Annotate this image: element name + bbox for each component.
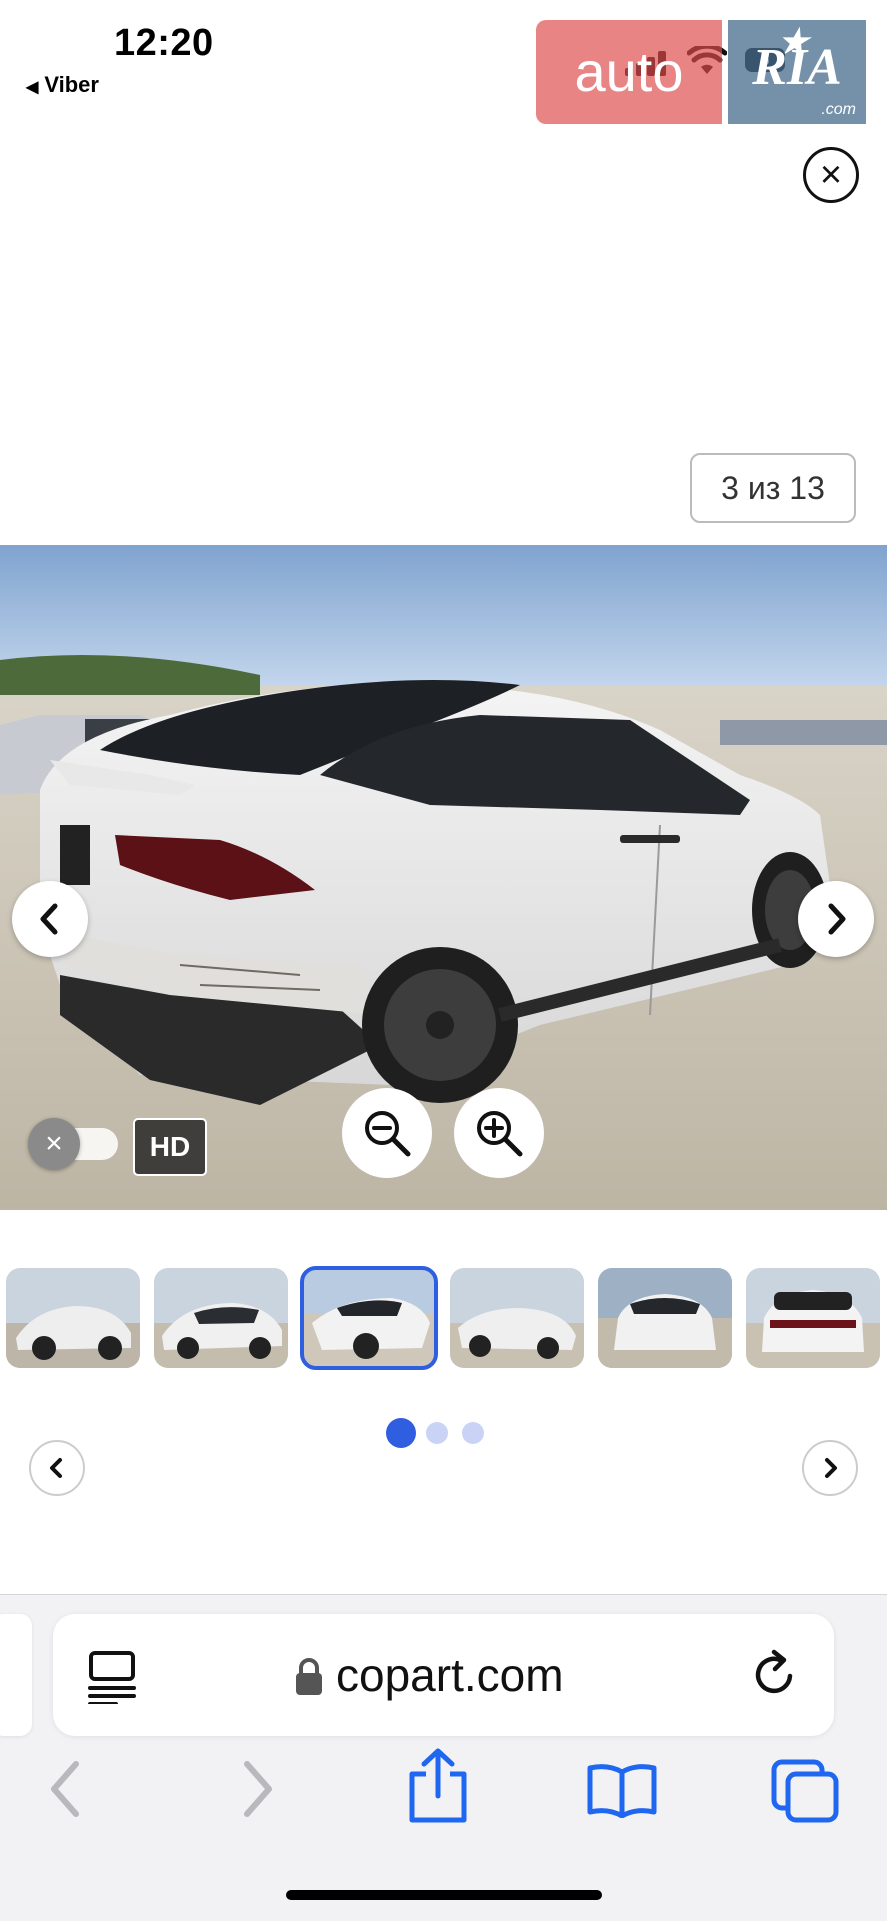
watermark-auto: auto bbox=[536, 20, 722, 124]
back-triangle-icon: ◀ bbox=[26, 79, 39, 96]
thumbnail-6[interactable] bbox=[746, 1268, 880, 1368]
watermark-ria-suffix: .com bbox=[821, 101, 856, 118]
thumbnail-2[interactable] bbox=[154, 1268, 288, 1368]
hd-toggle[interactable]: × bbox=[28, 1118, 118, 1170]
chevron-right-icon bbox=[828, 903, 846, 935]
pager-dot-1[interactable] bbox=[386, 1418, 416, 1448]
lock-icon bbox=[294, 1656, 324, 1701]
chevron-right-icon bbox=[825, 1458, 837, 1478]
previous-tab-peek[interactable] bbox=[0, 1614, 32, 1736]
tabs-icon bbox=[771, 1759, 839, 1823]
watermark-ria: ★ RIA .com bbox=[728, 20, 866, 124]
photo-prev-button[interactable] bbox=[12, 881, 88, 957]
thumbnails-prev-button[interactable] bbox=[29, 1440, 85, 1496]
chevron-left-icon bbox=[40, 903, 58, 935]
chevron-left-icon bbox=[50, 1458, 62, 1478]
toggle-off-icon: × bbox=[28, 1118, 80, 1170]
back-to-app-link[interactable]: ◀ Viber bbox=[26, 72, 99, 98]
chevron-left-icon bbox=[51, 1761, 79, 1817]
thumbnail-1[interactable] bbox=[6, 1268, 140, 1368]
pager-dot-3[interactable] bbox=[462, 1422, 484, 1444]
thumbnail-strip bbox=[6, 1266, 887, 1370]
url-text[interactable]: copart.com bbox=[336, 1648, 564, 1702]
close-icon: × bbox=[819, 154, 843, 196]
tabs-button[interactable] bbox=[770, 1758, 840, 1829]
pager-dots bbox=[386, 1418, 486, 1450]
forward-button[interactable] bbox=[237, 1756, 277, 1827]
reader-mode-button[interactable] bbox=[86, 1650, 138, 1709]
status-time: 12:20 bbox=[114, 22, 214, 64]
close-button[interactable]: × bbox=[803, 147, 859, 203]
book-icon bbox=[587, 1764, 657, 1819]
photo-next-button[interactable] bbox=[798, 881, 874, 957]
home-indicator bbox=[286, 1890, 602, 1900]
thumbnail-4[interactable] bbox=[450, 1268, 584, 1368]
zoom-out-icon bbox=[365, 1111, 411, 1157]
zoom-in-icon bbox=[477, 1111, 523, 1157]
thumbnail-5[interactable] bbox=[598, 1268, 732, 1368]
pager-dot-2[interactable] bbox=[426, 1422, 448, 1444]
reload-button[interactable] bbox=[750, 1648, 798, 1705]
back-app-label: Viber bbox=[44, 72, 99, 97]
chevron-right-icon bbox=[244, 1761, 272, 1817]
main-photo[interactable] bbox=[0, 545, 887, 1210]
bookmarks-button[interactable] bbox=[586, 1762, 658, 1823]
thumbnail-3[interactable] bbox=[300, 1266, 438, 1370]
share-button[interactable] bbox=[406, 1748, 470, 1829]
hd-button[interactable]: HD bbox=[133, 1118, 207, 1176]
star-icon: ★ bbox=[778, 24, 809, 61]
reload-icon bbox=[755, 1649, 793, 1694]
zoom-in-button[interactable] bbox=[454, 1088, 544, 1178]
zoom-out-button[interactable] bbox=[342, 1088, 432, 1178]
page-menu-icon bbox=[88, 1651, 136, 1706]
thumbnails-next-button[interactable] bbox=[802, 1440, 858, 1496]
photo-counter: 3 из 13 bbox=[690, 453, 856, 523]
back-button[interactable] bbox=[46, 1756, 86, 1827]
share-icon bbox=[409, 1748, 467, 1823]
